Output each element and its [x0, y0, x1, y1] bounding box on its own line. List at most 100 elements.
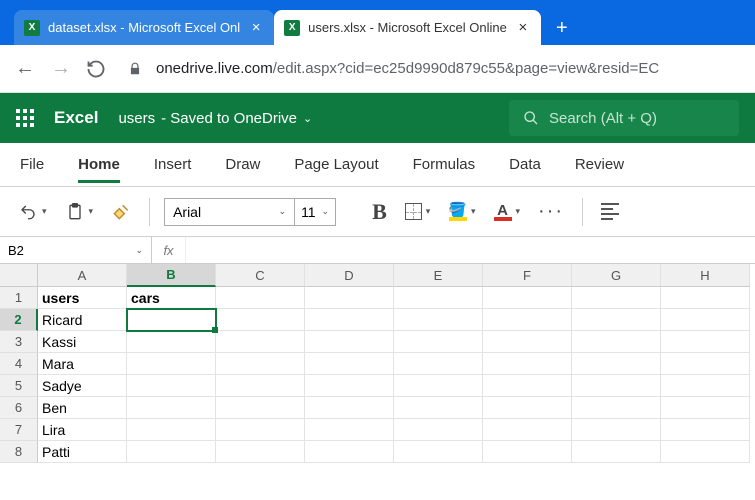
cell-D5[interactable]: [305, 375, 394, 397]
cell-C3[interactable]: [216, 331, 305, 353]
row-header[interactable]: 1: [0, 287, 38, 309]
column-header[interactable]: H: [661, 264, 750, 287]
fx-label[interactable]: fx: [152, 237, 186, 263]
column-header[interactable]: D: [305, 264, 394, 287]
document-name[interactable]: users - Saved to OneDrive ⌄: [118, 110, 312, 127]
font-name-select[interactable]: Arial⌄: [165, 199, 295, 225]
cell-C6[interactable]: [216, 397, 305, 419]
address-bar[interactable]: onedrive.live.com/edit.aspx?cid=ec25d999…: [156, 60, 741, 77]
undo-button[interactable]: ▾: [14, 199, 51, 225]
app-launcher-icon[interactable]: [16, 109, 34, 127]
ribbon-tab-insert[interactable]: Insert: [154, 146, 192, 183]
cell-G6[interactable]: [572, 397, 661, 419]
cell-E8[interactable]: [394, 441, 483, 463]
column-header[interactable]: A: [38, 264, 127, 287]
cell-A5[interactable]: Sadye: [38, 375, 127, 397]
new-tab-button[interactable]: +: [545, 11, 579, 45]
cell-B8[interactable]: [127, 441, 216, 463]
cell-D3[interactable]: [305, 331, 394, 353]
row-header[interactable]: 2: [0, 309, 38, 331]
cell-G7[interactable]: [572, 419, 661, 441]
cell-B2[interactable]: [127, 309, 216, 331]
column-header[interactable]: G: [572, 264, 661, 287]
cell-A4[interactable]: Mara: [38, 353, 127, 375]
column-header[interactable]: B: [127, 264, 216, 287]
cell-B5[interactable]: [127, 375, 216, 397]
cell-D4[interactable]: [305, 353, 394, 375]
cell-E5[interactable]: [394, 375, 483, 397]
cell-B4[interactable]: [127, 353, 216, 375]
column-header[interactable]: E: [394, 264, 483, 287]
cell-F3[interactable]: [483, 331, 572, 353]
select-all-corner[interactable]: [0, 264, 38, 287]
close-tab-icon[interactable]: ×: [248, 20, 264, 35]
bold-button[interactable]: B: [368, 195, 391, 229]
cell-H5[interactable]: [661, 375, 750, 397]
cell-B7[interactable]: [127, 419, 216, 441]
ribbon-tab-file[interactable]: File: [20, 146, 44, 183]
cell-G3[interactable]: [572, 331, 661, 353]
ribbon-tab-draw[interactable]: Draw: [225, 146, 260, 183]
cell-H2[interactable]: [661, 309, 750, 331]
browser-tab-active[interactable]: X users.xlsx - Microsoft Excel Online ×: [274, 10, 541, 45]
cell-C1[interactable]: [216, 287, 305, 309]
cell-F6[interactable]: [483, 397, 572, 419]
cell-A1[interactable]: users: [38, 287, 127, 309]
cell-H8[interactable]: [661, 441, 750, 463]
search-box[interactable]: Search (Alt + Q): [509, 100, 739, 136]
cell-E1[interactable]: [394, 287, 483, 309]
cell-G8[interactable]: [572, 441, 661, 463]
cell-B6[interactable]: [127, 397, 216, 419]
cell-F2[interactable]: [483, 309, 572, 331]
forward-button[interactable]: →: [50, 57, 72, 80]
more-options-button[interactable]: ···: [534, 196, 568, 227]
cell-B1[interactable]: cars: [127, 287, 216, 309]
cell-E3[interactable]: [394, 331, 483, 353]
column-header[interactable]: F: [483, 264, 572, 287]
row-header[interactable]: 7: [0, 419, 38, 441]
cell-F4[interactable]: [483, 353, 572, 375]
cell-E4[interactable]: [394, 353, 483, 375]
ribbon-tab-review[interactable]: Review: [575, 146, 624, 183]
cell-H4[interactable]: [661, 353, 750, 375]
cell-D6[interactable]: [305, 397, 394, 419]
row-header[interactable]: 6: [0, 397, 38, 419]
browser-tab-inactive[interactable]: X dataset.xlsx - Microsoft Excel Onl ×: [14, 10, 274, 45]
align-button[interactable]: [597, 199, 623, 224]
paste-button[interactable]: ▾: [61, 198, 98, 226]
cell-E6[interactable]: [394, 397, 483, 419]
formula-input[interactable]: [186, 237, 755, 263]
ribbon-tab-home[interactable]: Home: [78, 146, 120, 183]
row-header[interactable]: 4: [0, 353, 38, 375]
cell-G5[interactable]: [572, 375, 661, 397]
cell-A8[interactable]: Patti: [38, 441, 127, 463]
cell-G4[interactable]: [572, 353, 661, 375]
row-header[interactable]: 8: [0, 441, 38, 463]
cell-A3[interactable]: Kassi: [38, 331, 127, 353]
cell-B3[interactable]: [127, 331, 216, 353]
cell-F5[interactable]: [483, 375, 572, 397]
cell-H7[interactable]: [661, 419, 750, 441]
cell-H6[interactable]: [661, 397, 750, 419]
cell-F7[interactable]: [483, 419, 572, 441]
row-header[interactable]: 5: [0, 375, 38, 397]
fill-color-button[interactable]: 🪣 ▾: [444, 199, 479, 225]
borders-button[interactable]: ▾: [401, 199, 435, 224]
row-header[interactable]: 3: [0, 331, 38, 353]
cell-D8[interactable]: [305, 441, 394, 463]
cell-G1[interactable]: [572, 287, 661, 309]
cell-C4[interactable]: [216, 353, 305, 375]
cell-D1[interactable]: [305, 287, 394, 309]
font-color-button[interactable]: A ▾: [490, 199, 525, 225]
cell-H1[interactable]: [661, 287, 750, 309]
ribbon-tab-formulas[interactable]: Formulas: [413, 146, 476, 183]
cell-E2[interactable]: [394, 309, 483, 331]
cell-F8[interactable]: [483, 441, 572, 463]
font-size-select[interactable]: 11⌄: [295, 199, 335, 225]
font-selector[interactable]: Arial⌄ 11⌄: [164, 198, 336, 226]
cell-C8[interactable]: [216, 441, 305, 463]
cell-A2[interactable]: Ricard: [38, 309, 127, 331]
cell-A6[interactable]: Ben: [38, 397, 127, 419]
close-tab-icon[interactable]: ×: [515, 20, 531, 35]
name-box[interactable]: B2 ⌄: [0, 237, 152, 263]
